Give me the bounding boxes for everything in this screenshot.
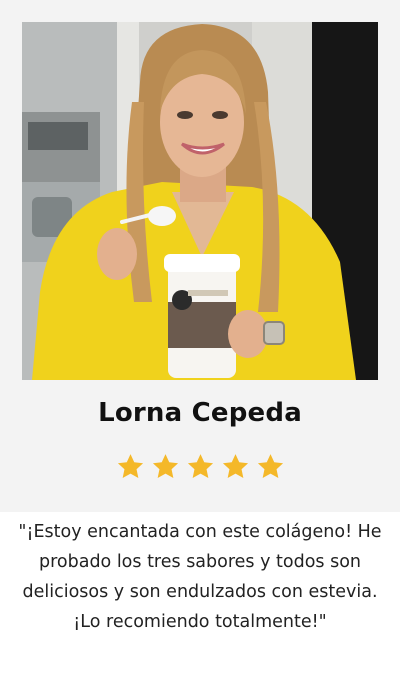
reviewer-name: Lorna Cepeda	[98, 398, 302, 428]
star-icon	[117, 454, 143, 478]
star-icon	[152, 454, 178, 478]
star-icon	[187, 454, 213, 478]
testimonial-quote: "¡Estoy encantada con este colágeno! He …	[18, 522, 382, 632]
star-icon	[257, 454, 283, 478]
star-rating	[0, 452, 400, 481]
star-icon	[222, 454, 248, 478]
person-holding-collagen-jar-photo	[22, 22, 378, 380]
testimonial-photo	[22, 22, 378, 380]
testimonial-card: Lorna Cepeda	[0, 0, 400, 512]
